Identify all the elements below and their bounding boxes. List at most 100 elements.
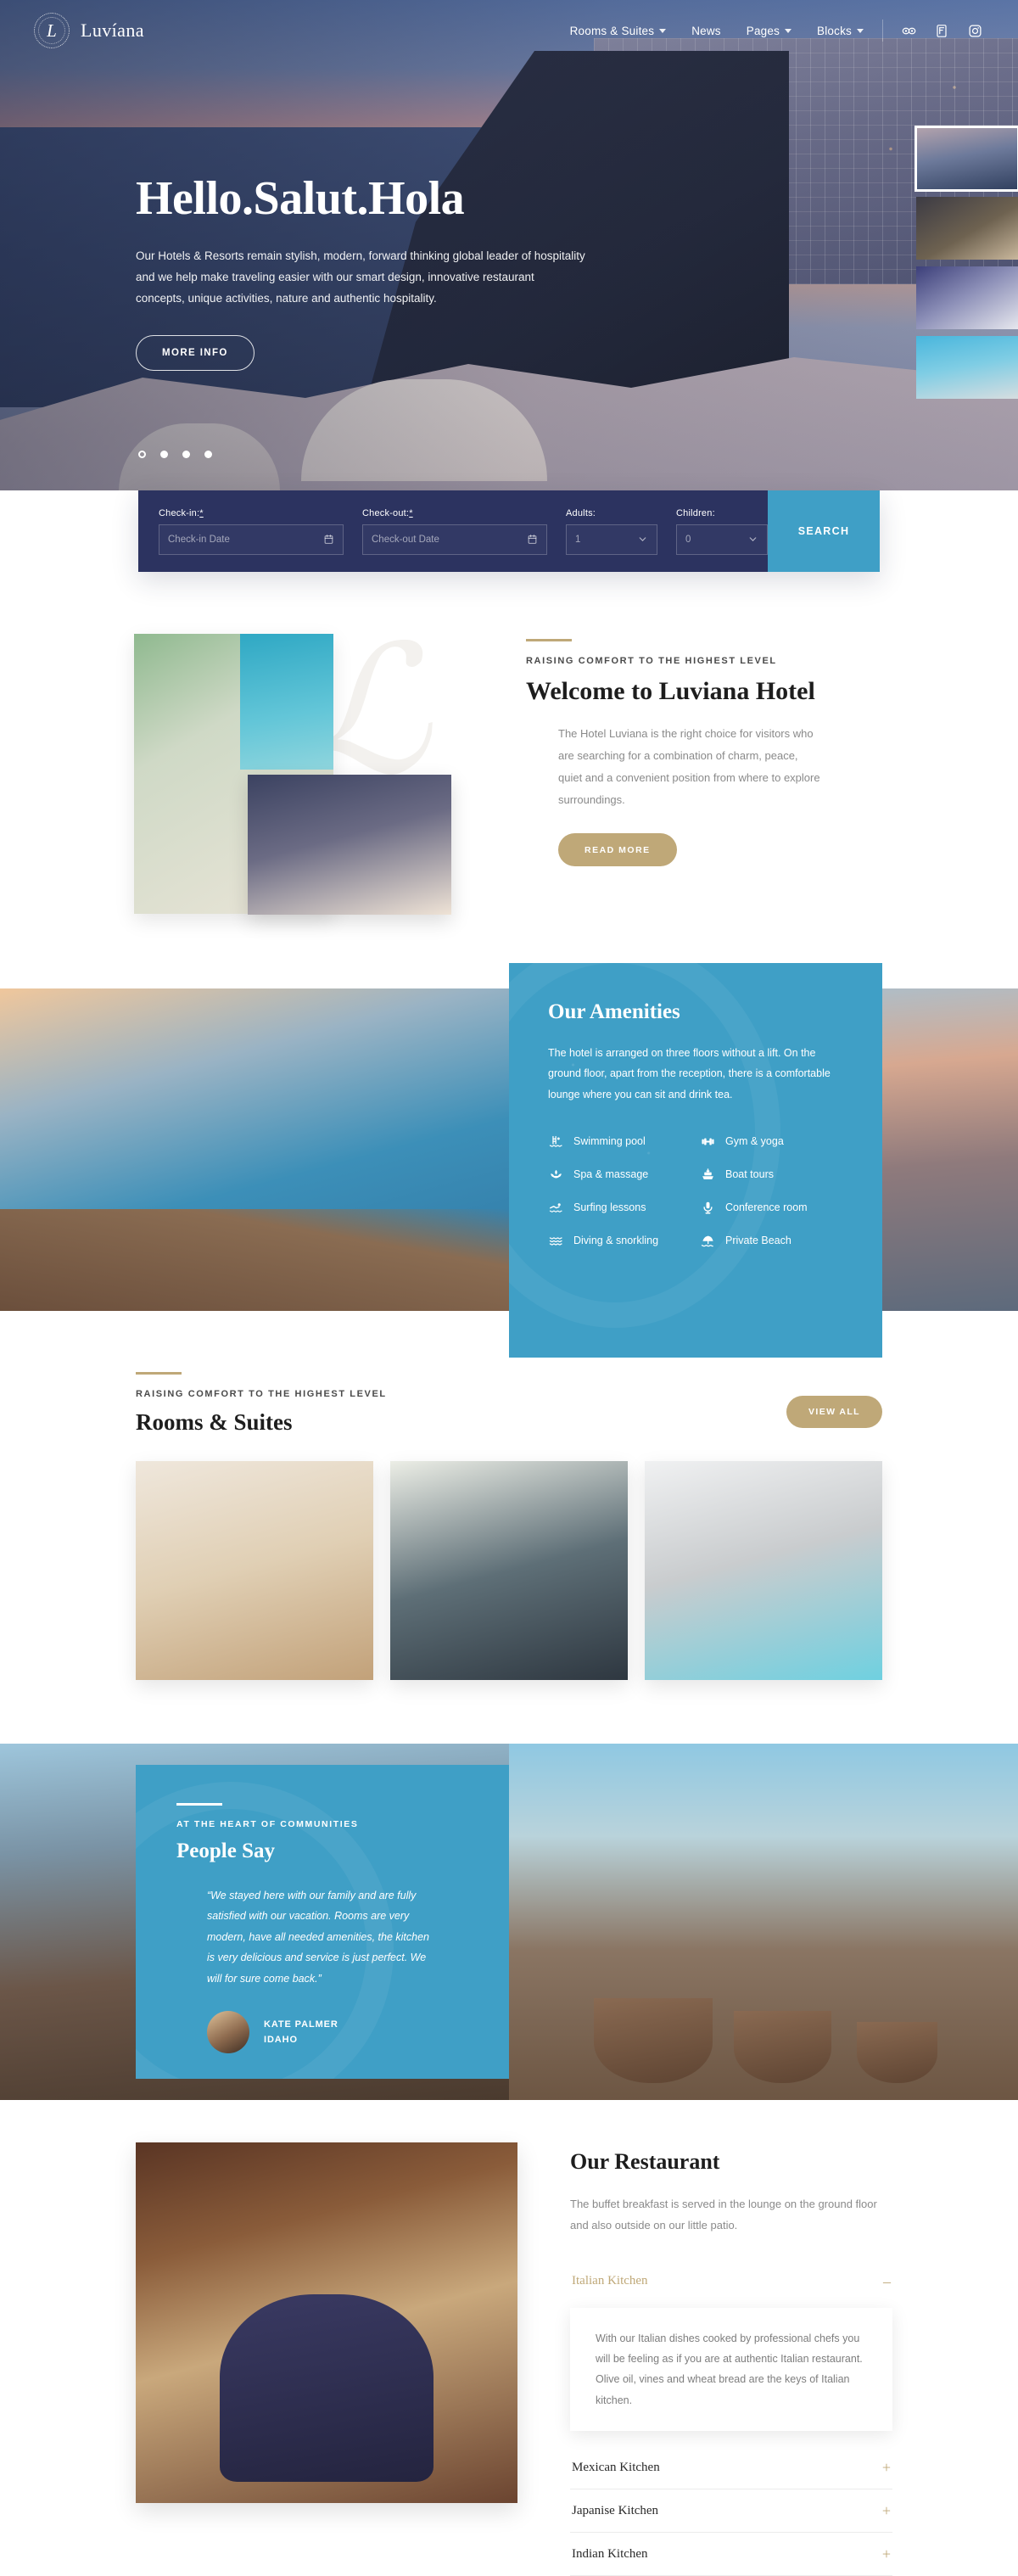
lotus-icon xyxy=(548,1167,563,1182)
foursquare-icon[interactable] xyxy=(935,24,949,38)
chevron-down-icon xyxy=(637,534,648,545)
restaurant-text-block: Our Restaurant The buffet breakfast is s… xyxy=(570,2149,892,2576)
nav-item-pages[interactable]: Pages xyxy=(746,24,792,37)
hero-subtitle: Our Hotels & Resorts remain stylish, mod… xyxy=(136,249,585,305)
accordion-title: Japanise Kitchen xyxy=(572,2503,659,2517)
welcome-text-block: RAISING COMFORT TO THE HIGHEST LEVEL Wel… xyxy=(526,639,865,866)
thumb-caldera-dusk[interactable] xyxy=(915,126,1018,192)
amenity-diving-snorkling[interactable]: Diving & snorkling xyxy=(548,1233,691,1248)
room-card-suite[interactable] xyxy=(645,1461,882,1680)
nav-links: Rooms & Suites News Pages Blocks xyxy=(570,25,864,37)
children-value: 0 xyxy=(685,534,691,545)
main-navbar: L Luvíana Rooms & Suites News Pages Bloc… xyxy=(0,0,1018,61)
slider-dot-2[interactable] xyxy=(160,451,168,458)
thumb-suite-bedroom[interactable] xyxy=(916,266,1018,329)
hero-thumbnail-strip xyxy=(915,126,1018,406)
restaurant-heading: Our Restaurant xyxy=(570,2149,720,2174)
testimonial-eyebrow: AT THE HEART OF COMMUNITIES xyxy=(176,1819,359,1829)
waves-icon xyxy=(548,1233,563,1248)
microphone-icon xyxy=(700,1200,715,1215)
checkout-field: Check-out:* Check-out Date xyxy=(362,508,547,555)
welcome-image-terrace xyxy=(248,775,451,915)
checkout-input[interactable]: Check-out Date xyxy=(362,524,547,555)
nav-item-label: Blocks xyxy=(817,24,852,37)
booking-bar-wrapper: Check-in:* Check-in Date Check-out:* Che… xyxy=(0,490,1018,618)
amenity-spa-massage[interactable]: Spa & massage xyxy=(548,1167,691,1182)
minus-icon: – xyxy=(883,2272,891,2290)
view-all-button[interactable]: VIEW ALL xyxy=(786,1396,882,1428)
welcome-body: The Hotel Luviana is the right choice fo… xyxy=(558,727,820,806)
testimonial-author-meta: KATE PALMER IDAHO xyxy=(264,2017,338,2047)
accordion-header-mexican[interactable]: Mexican Kitchen + xyxy=(570,2446,892,2489)
nav-item-blocks[interactable]: Blocks xyxy=(817,25,864,37)
hero-copy: Hello.Salut.Hola Our Hotels & Resorts re… xyxy=(136,174,611,371)
section-rule xyxy=(136,1372,182,1375)
accordion-header-italian[interactable]: Italian Kitchen – xyxy=(570,2260,892,2303)
read-more-button[interactable]: READ MORE xyxy=(558,833,677,866)
chevron-down-icon xyxy=(857,28,864,33)
testimonial-heading: People Say xyxy=(176,1840,275,1862)
amenities-grid: Swimming pool Gym & yoga Spa & massage B… xyxy=(548,1134,843,1248)
accordion-item-mexican: Mexican Kitchen + xyxy=(570,2446,892,2490)
booking-bar: Check-in:* Check-in Date Check-out:* Che… xyxy=(138,490,880,572)
checkin-field: Check-in:* Check-in Date xyxy=(159,508,344,555)
chevron-down-icon xyxy=(659,28,667,33)
amenity-boat-tours[interactable]: Boat tours xyxy=(700,1167,843,1182)
instagram-icon[interactable] xyxy=(968,24,982,38)
accordion-title: Mexican Kitchen xyxy=(572,2460,660,2474)
children-select[interactable]: 0 xyxy=(676,524,768,555)
thumb-island-bay[interactable] xyxy=(916,336,1018,399)
amenity-swimming-pool[interactable]: Swimming pool xyxy=(548,1134,691,1149)
brand-logo[interactable]: L Luvíana xyxy=(34,13,144,48)
adults-label: Adults: xyxy=(566,507,596,518)
amenity-label: Diving & snorkling xyxy=(573,1235,659,1247)
testimonial-card: AT THE HEART OF COMMUNITIES People Say “… xyxy=(136,1765,509,2079)
amenity-label: Swimming pool xyxy=(573,1135,646,1148)
brand-monogram: L xyxy=(47,20,57,41)
calendar-icon xyxy=(323,534,334,545)
welcome-heading: Welcome to Luviana Hotel xyxy=(526,677,815,705)
pool-ladder-icon xyxy=(548,1134,563,1149)
avatar xyxy=(207,2010,249,2053)
brand-seal-icon: L xyxy=(34,13,70,48)
welcome-section: ℒ RAISING COMFORT TO THE HIGHEST LEVEL W… xyxy=(0,624,1018,963)
nav-item-label: Rooms & Suites xyxy=(569,24,655,37)
hero-section: L Luvíana Rooms & Suites News Pages Bloc… xyxy=(0,0,1018,496)
required-marker: * xyxy=(199,507,204,518)
accordion-header-japanise[interactable]: Japanise Kitchen + xyxy=(570,2489,892,2532)
rooms-eyebrow: RAISING COMFORT TO THE HIGHEST LEVEL xyxy=(136,1389,387,1399)
more-info-button[interactable]: MORE INFO xyxy=(136,334,255,371)
amenity-conference-room[interactable]: Conference room xyxy=(700,1200,843,1215)
section-rule xyxy=(176,1803,222,1806)
nav-item-rooms-suites[interactable]: Rooms & Suites xyxy=(570,25,667,37)
accordion-header-indian[interactable]: Indian Kitchen + xyxy=(570,2533,892,2575)
amenity-gym-yoga[interactable]: Gym & yoga xyxy=(700,1134,843,1149)
amenity-private-beach[interactable]: Private Beach xyxy=(700,1233,843,1248)
checkin-input[interactable]: Check-in Date xyxy=(159,524,344,555)
testimonial-author-block: KATE PALMER IDAHO xyxy=(207,2010,468,2053)
slider-dot-4[interactable] xyxy=(204,451,212,458)
chevron-down-icon xyxy=(747,534,758,545)
search-button[interactable]: SEARCH xyxy=(768,490,880,572)
thumb-dining-wine[interactable] xyxy=(916,197,1018,260)
accordion-body-italian: With our Italian dishes cooked by profes… xyxy=(570,2307,892,2432)
children-field: Children: 0 xyxy=(676,508,768,555)
amenity-label: Spa & massage xyxy=(573,1168,649,1181)
room-card-twin[interactable] xyxy=(390,1461,628,1680)
adults-field: Adults: 1 xyxy=(566,508,657,555)
nav-item-news[interactable]: News xyxy=(691,25,721,37)
amenity-surfing-lessons[interactable]: Surfing lessons xyxy=(548,1200,691,1215)
social-links xyxy=(902,24,982,38)
slider-dot-1[interactable] xyxy=(138,451,146,458)
accordion-item-japanise: Japanise Kitchen + xyxy=(570,2489,892,2534)
tripadvisor-icon[interactable] xyxy=(902,24,916,38)
slider-dot-3[interactable] xyxy=(182,451,190,458)
planter-pot xyxy=(734,2011,831,2083)
accordion-title: Indian Kitchen xyxy=(572,2546,648,2561)
nav-item-label: Pages xyxy=(746,24,780,37)
planter-pot xyxy=(857,2022,937,2083)
brand-name: Luvíana xyxy=(81,20,144,41)
room-card-double[interactable] xyxy=(136,1461,373,1680)
section-rule xyxy=(526,639,572,641)
adults-select[interactable]: 1 xyxy=(566,524,657,555)
